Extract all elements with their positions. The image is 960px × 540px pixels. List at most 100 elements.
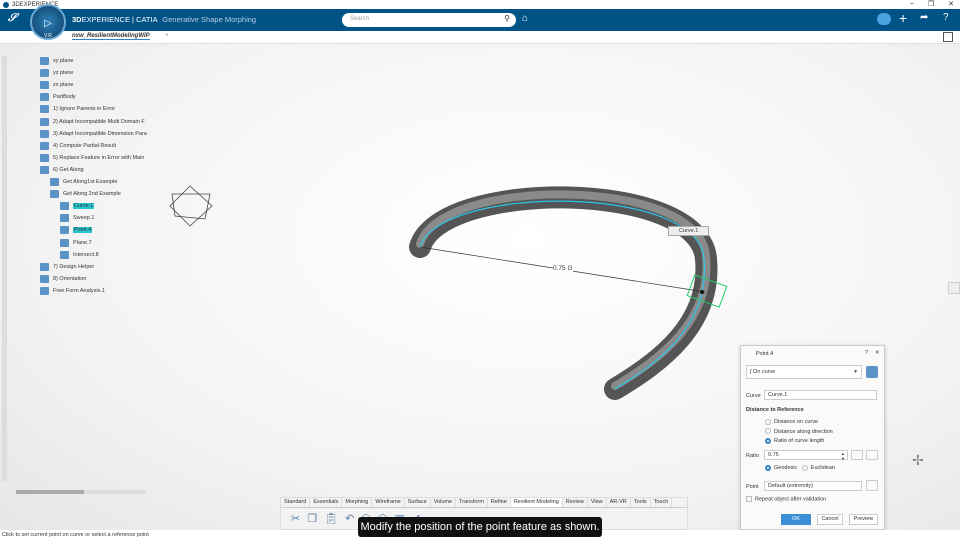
tree-item[interactable]: Curve.1 xyxy=(60,202,95,211)
tree-item[interactable]: Plane.7 xyxy=(60,238,92,247)
fullscreen-icon[interactable] xyxy=(943,32,953,42)
point-reference-field[interactable]: Default (extremity) xyxy=(764,481,862,491)
geodesic-radio[interactable]: Geodesic xyxy=(765,465,797,471)
middle-point-button[interactable] xyxy=(866,450,878,460)
tree-item-label: 1) Ignore Parents in Error xyxy=(53,106,116,113)
toolbar-tab[interactable]: Morphing xyxy=(342,498,373,507)
tree-item-label: 6) Get Along xyxy=(53,166,84,173)
toolbar-tab[interactable]: Essentials xyxy=(310,498,343,507)
point-field-label: Point xyxy=(746,484,759,490)
axis-compass-icon xyxy=(169,185,213,227)
tree-item[interactable]: PartBody xyxy=(40,93,76,102)
curve-field[interactable]: Curve.1 xyxy=(764,390,877,400)
repeat-checkbox[interactable]: Repeat object after validation xyxy=(746,496,826,502)
tree-item-label: zx plane xyxy=(53,82,74,89)
side-panel-toggle[interactable] xyxy=(948,282,960,294)
minimize-button[interactable]: – xyxy=(910,0,914,8)
tree-item-label: 5) Replace Feature in Error with Main xyxy=(53,154,145,161)
tab-bar: nxw_ResilientModelingWIP + xyxy=(0,31,960,44)
cut-icon[interactable]: ✂ xyxy=(291,513,307,525)
tree-item-label: Curve.1 xyxy=(73,203,95,210)
add-tab-button[interactable]: + xyxy=(165,32,169,39)
tree-item[interactable]: Intersect.8 xyxy=(60,250,99,259)
toolbar-tab[interactable]: Wireframe xyxy=(372,498,405,507)
tree-item[interactable]: 4) Compute Partial Result xyxy=(40,141,116,150)
toolbar-tab[interactable]: AR-VR xyxy=(607,498,631,507)
ratio-label: Ratio xyxy=(746,453,759,459)
geodesic-label: Geodesic xyxy=(774,465,798,472)
tree-item-label: Intersect.8 xyxy=(73,251,99,258)
toolbar-tab[interactable]: View xyxy=(588,498,607,507)
point-pick-button[interactable] xyxy=(866,480,878,491)
lock-icon[interactable] xyxy=(866,366,878,378)
tree-item[interactable]: Get Along1st Example xyxy=(50,178,117,186)
help-icon[interactable]: ? xyxy=(865,350,868,356)
tree-item[interactable]: yz plane xyxy=(40,69,74,78)
share-icon[interactable]: ➦ xyxy=(920,12,928,23)
tree-item[interactable]: 8) Orientation xyxy=(40,274,86,283)
ok-button[interactable]: OK xyxy=(781,514,811,525)
curve-field-label: Curve xyxy=(746,393,761,399)
tree-item[interactable]: xy plane xyxy=(40,57,74,65)
point-type-value: On curve xyxy=(753,369,776,375)
tag-icon[interactable]: ⌂ xyxy=(522,13,528,24)
paste-icon[interactable]: 📋︎ xyxy=(324,513,345,525)
tree-item[interactable]: zx plane xyxy=(40,81,74,90)
maximize-button[interactable]: ❐ xyxy=(928,0,934,8)
curve-value: Curve.1 xyxy=(768,392,788,398)
section-title: Distance to Reference xyxy=(746,407,804,413)
dimension-label: 0.75 G xyxy=(553,265,573,272)
toolbar-tab[interactable]: Standard xyxy=(281,498,311,507)
euclidean-radio[interactable]: Euclidean xyxy=(801,465,835,472)
user-avatar[interactable] xyxy=(877,13,891,25)
repeat-label: Repeat object after validation xyxy=(755,496,827,503)
point-type-select[interactable]: ∫ On curve ▾ xyxy=(746,365,862,379)
tree-item[interactable]: 3) Adapt Incompatible Dimension Para xyxy=(40,129,147,138)
reverse-direction-button[interactable] xyxy=(851,450,863,460)
option-distance-along-direction[interactable]: Distance along direction xyxy=(765,428,833,438)
tree-item[interactable]: Get Along 2nd Example xyxy=(50,190,121,199)
option-distance-on-curve[interactable]: Distance on curve xyxy=(765,418,833,428)
toolbar-tab[interactable]: Resilient Modeling xyxy=(510,498,563,507)
tree-item[interactable]: Point.4 xyxy=(60,226,93,235)
chevron-down-icon: ▾ xyxy=(854,369,857,375)
search-icon[interactable]: ⚲ xyxy=(504,14,510,23)
tree-item[interactable]: Free Form Analysis.1 xyxy=(40,286,105,295)
toolbar-tab[interactable]: Volume xyxy=(431,498,457,507)
spinner-icon[interactable]: ▲ ▼ xyxy=(841,451,845,461)
tree-scrollbar[interactable] xyxy=(2,56,7,481)
tree-item[interactable]: 5) Replace Feature in Error with Main xyxy=(40,153,145,162)
feature-icon xyxy=(60,202,69,211)
window-titlebar: 3DEXPERIENCE – ❐ ✕ xyxy=(0,0,960,9)
tree-item-label: 4) Compute Partial Result xyxy=(53,142,116,149)
tree-item-label: Sweep.1 xyxy=(73,215,95,222)
tree-item[interactable]: 1) Ignore Parents in Error xyxy=(40,105,116,114)
toolbar-tab[interactable]: Review xyxy=(563,498,588,507)
brand-name: EXPERIENCE | CATIA xyxy=(81,15,158,24)
cancel-button[interactable]: Cancel xyxy=(817,514,843,525)
toolbar-tab[interactable]: Surface xyxy=(405,498,431,507)
tree-hscrollbar[interactable] xyxy=(16,490,146,494)
ds-logo-icon[interactable]: 𝒮 xyxy=(8,12,17,25)
close-window-button[interactable]: ✕ xyxy=(948,0,954,8)
toolbar-tab[interactable]: Transform xyxy=(456,498,488,507)
search-input[interactable]: Search ⚲ xyxy=(342,13,516,27)
tree-item[interactable]: 7) Design Helper xyxy=(40,262,94,271)
tree-item[interactable]: 2) Adapt Incompatible Multi Domain F xyxy=(40,117,145,126)
toolbar-tab[interactable]: Touch xyxy=(651,498,673,507)
curve-label[interactable]: Curve.1 xyxy=(668,226,710,236)
tab-document[interactable]: nxw_ResilientModelingWIP xyxy=(72,33,150,40)
help-icon[interactable]: ? xyxy=(943,12,949,23)
compass-widget[interactable]: ▷ V.R xyxy=(30,4,66,40)
add-icon[interactable]: + xyxy=(899,10,907,26)
toolbar-tab[interactable]: Refine xyxy=(488,498,511,507)
option-ratio-curve-length[interactable]: Ratio of curve length xyxy=(765,437,833,447)
tree-item[interactable]: Sweep.1 xyxy=(60,214,95,223)
toolbar-tab[interactable]: Tools xyxy=(631,498,651,507)
close-icon[interactable]: ✕ xyxy=(875,350,880,356)
ratio-input[interactable]: 0.75 ▲ ▼ xyxy=(764,450,848,461)
copy-icon[interactable]: ❐ xyxy=(307,513,324,525)
preview-button[interactable]: Preview xyxy=(849,514,878,525)
euclidean-label: Euclidean xyxy=(810,465,835,472)
tree-item[interactable]: 6) Get Along xyxy=(40,165,84,174)
